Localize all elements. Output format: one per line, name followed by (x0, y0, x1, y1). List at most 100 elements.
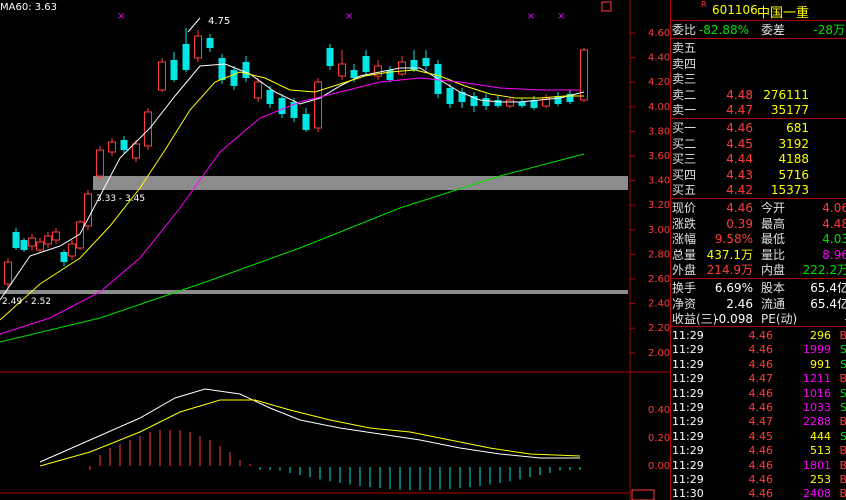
candle-body (242, 62, 250, 78)
macd-axis-tick: 0.00 (648, 461, 670, 472)
resistance-zone (93, 176, 628, 190)
kline-chart-area[interactable]: × × × × MA60: 3.63 4.75 3.33 - 3.45 2.49 - … (0, 0, 670, 500)
candle-body (218, 58, 226, 80)
finance-row: 净资 2.46 流通 65.4亿 (671, 296, 846, 312)
candle-body (132, 143, 140, 159)
price-axis-tick: 3.40 (648, 176, 670, 187)
support-zone (0, 290, 628, 294)
candle-body (518, 102, 526, 106)
ask-volume: 276111 (763, 87, 809, 102)
candle-body (28, 237, 36, 247)
stock-marker: R (701, 0, 707, 9)
candle-body (182, 44, 190, 70)
quote-stat-row: 总量 437.1万 量比 8.96 (671, 247, 846, 263)
candle-body (338, 63, 346, 77)
stat-value: 214.9万 (706, 263, 753, 278)
price-axis-tick: 4.60 (648, 28, 670, 39)
stat-value: 8.96 (822, 247, 846, 262)
event-marker-icon[interactable]: × (345, 11, 353, 22)
ma60-label: MA60: 3.63 (0, 2, 57, 13)
bid-level-label: 买四 (672, 167, 697, 182)
event-marker-icon[interactable]: × (527, 11, 535, 22)
bid-price: 4.43 (726, 167, 753, 182)
order-diff-value: -28万 (813, 23, 845, 37)
candle-body (494, 100, 502, 106)
quote-panel: R 601106 中国一重 委比 -82.88% 委差 -28万 卖五 卖四 卖三卖… (670, 0, 846, 500)
zone-label-upper: 3.33 - 3.45 (96, 194, 145, 204)
finance-value: 2.46 (726, 296, 753, 311)
stock-code[interactable]: 601106 (712, 3, 758, 17)
finance-row: 换手 6.69% 股本 65.4亿 (671, 280, 846, 296)
bid-level-label: 买五 (672, 183, 697, 198)
stock-header: R 601106 中国一重 (671, 0, 846, 21)
quote-stat-row: 涨跌 0.39 最高 4.48 (671, 216, 846, 232)
kline-chart[interactable]: × × × × MA60: 3.63 4.75 3.33 - 3.45 2.49 - … (0, 0, 670, 500)
finance-label: 流通 (761, 296, 786, 311)
candle-body (44, 235, 52, 245)
bid-price: 4.42 (726, 183, 753, 198)
stock-name[interactable]: 中国一重 (757, 2, 809, 21)
candle-body (144, 111, 152, 147)
macd-axis-tick: 0.20 (648, 433, 670, 444)
bid-level-label: 买二 (672, 136, 697, 151)
price-axis-tick: 2.20 (648, 323, 670, 334)
candle-body (206, 38, 214, 48)
finance-label: 股本 (761, 281, 786, 295)
candle-body (36, 241, 44, 251)
ask-level-label: 卖一 (672, 103, 697, 118)
order-ratio-row: 委比 -82.88% 委差 -28万 (671, 22, 846, 38)
ask-level-row: 卖二 4.48 276111 (671, 87, 846, 103)
finance-value: -0.098 (714, 312, 753, 327)
stat-label: 今开 (761, 201, 786, 215)
event-marker-icon[interactable]: × (117, 11, 125, 22)
stat-value: 4.46 (726, 201, 753, 215)
stat-label: 现价 (672, 201, 697, 215)
bid-price: 4.45 (726, 136, 753, 151)
finance-row: 收益(三)-0.098PE(动)- (671, 311, 846, 327)
quote-stat-row: 现价 4.46 今开 4.06 (671, 200, 846, 216)
price-axis-tick: 2.80 (648, 249, 670, 260)
candle-body (4, 261, 12, 285)
candle-body (96, 149, 104, 177)
stat-value: 437.1万 (706, 247, 753, 262)
ask-level-label: 卖二 (672, 87, 697, 102)
stat-value: 0.39 (726, 216, 753, 231)
candle-body (52, 231, 60, 241)
ask-price: 4.47 (726, 103, 753, 118)
ask-level-row: 卖一 4.47 35177 (671, 102, 846, 118)
candle-body (20, 240, 28, 250)
bid-level-row: 买二 4.45 3192 (671, 136, 846, 152)
candle-body (506, 99, 514, 107)
order-ratio-label: 委比 (672, 23, 697, 37)
stat-label: 总量 (672, 247, 697, 262)
bid-level-row: 买四 4.43 5716 (671, 167, 846, 183)
candle-body (314, 81, 322, 129)
finance-label: PE(动) (761, 312, 798, 327)
price-axis-tick: 3.20 (648, 200, 670, 211)
stat-label: 最高 (761, 216, 786, 231)
stat-value: 9.58% (714, 232, 753, 247)
tick-volume: 2408 (803, 487, 831, 500)
bid-price: 4.46 (726, 121, 753, 135)
bid-volume: 4188 (778, 152, 809, 167)
candle-body (68, 243, 76, 257)
finance-value: 6.69% (714, 281, 753, 295)
price-axis-tick: 2.60 (648, 274, 670, 285)
price-axis-tick: 4.40 (648, 53, 670, 64)
finance-label: 净资 (672, 296, 697, 311)
bid-level-row: 买三 4.44 4188 (671, 151, 846, 167)
zone-label-lower: 2.49 - 2.52 (2, 297, 51, 307)
macd-axis-tick: 0.40 (648, 405, 670, 416)
stat-label: 最低 (761, 232, 786, 247)
candle-body (362, 56, 370, 72)
stat-value: 4.03 (822, 232, 846, 247)
price-axis-tick: 4.20 (648, 77, 670, 88)
bid-volume: 3192 (778, 136, 809, 151)
candle-body (120, 140, 128, 150)
event-marker-icon[interactable]: × (557, 11, 565, 22)
candle-body (12, 232, 20, 248)
finance-value: 65.4亿 (810, 281, 846, 295)
scroll-tab-icon[interactable] (631, 489, 655, 500)
price-axis-tick: 2.40 (648, 299, 670, 310)
candle-body (326, 48, 334, 66)
